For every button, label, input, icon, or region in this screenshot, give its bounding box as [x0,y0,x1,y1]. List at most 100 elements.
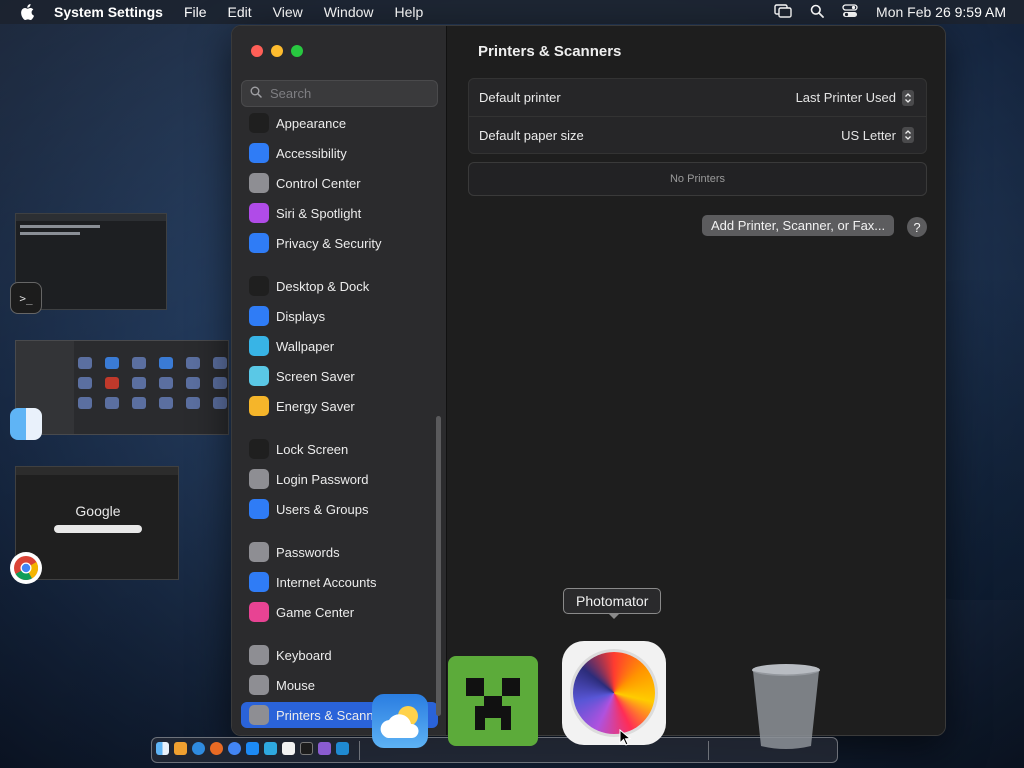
sidebar-item-label: Mouse [276,677,316,693]
search-icon [250,85,262,103]
dock-chrome-icon[interactable] [228,742,241,755]
menu-bar: System Settings File Edit View Window He… [0,0,1024,24]
sidebar-item-control-center[interactable]: Control Center [241,170,438,196]
sidebar-item-login-password[interactable]: Login Password [241,466,438,492]
dock-tooltip: Photomator [563,588,662,614]
dock-finder-icon[interactable] [156,742,169,755]
zoom-button[interactable] [291,45,303,57]
menu-view[interactable]: View [273,4,303,20]
terminal-app-icon[interactable]: >_ [10,282,42,314]
menu-window[interactable]: Window [324,4,374,20]
sidebar-item-users-groups[interactable]: Users & Groups [241,496,438,522]
sidebar-item-label: Control Center [276,175,361,191]
sidebar-item-passwords[interactable]: Passwords [241,539,438,565]
close-button[interactable] [251,45,263,57]
dock-safari-icon[interactable] [192,742,205,755]
sidebar-item-label: Displays [276,308,326,324]
sidebar-item-displays[interactable]: Displays [241,303,438,329]
wallpaper-icon [249,336,269,356]
page-title: Printers & Scanners [478,43,622,60]
sidebar-item-screen-saver[interactable]: Screen Saver [241,363,438,389]
sidebar-item-label: Login Password [276,471,369,487]
paper-size-row: Default paper size US Letter [469,116,926,153]
mouse-icon [249,675,269,695]
tooltip-tail [608,613,620,619]
chevron-updown-icon [902,127,914,143]
dock-weather-icon[interactable] [264,742,277,755]
dock-terminal-icon[interactable] [300,742,313,755]
paper-size-value: US Letter [841,127,896,143]
dock-firefox-icon[interactable] [210,742,223,755]
users-icon [249,499,269,519]
sun-icon [249,306,269,326]
weather-app-icon[interactable] [372,694,428,748]
dock-brush-icon[interactable] [318,742,331,755]
default-printer-value: Last Printer Used [795,90,896,105]
printer-list-empty: No Printers [468,162,927,196]
dock-vscode-icon[interactable] [336,742,349,755]
sidebar-item-desktop-dock[interactable]: Desktop & Dock [241,273,438,299]
thumb-icon-grid [78,357,228,409]
screen-saver-icon [249,366,269,386]
sidebar-item-accessibility[interactable]: Accessibility [241,140,438,166]
sidebar-item-label: Game Center [276,604,355,620]
lock-icon [249,439,269,459]
settings-window-thumbnail[interactable] [15,340,229,435]
menu-clock[interactable]: Mon Feb 26 9:59 AM [876,4,1006,20]
paper-size-popup[interactable]: US Letter [841,127,914,143]
menu-help[interactable]: Help [395,4,424,20]
dock-app-store-icon[interactable] [246,742,259,755]
chevron-updown-icon [902,89,914,106]
dock-separator [359,741,360,760]
sidebar-item-privacy-security[interactable]: Privacy & Security [241,230,438,256]
window-controls [251,45,303,57]
sidebar-item-label: Users & Groups [276,501,369,517]
dock-notes-icon[interactable] [282,742,295,755]
add-printer-button[interactable]: Add Printer, Scanner, or Fax... [702,215,895,236]
photomator-disc [573,652,655,734]
hand-icon [249,233,269,253]
menu-file[interactable]: File [184,4,207,20]
finder-app-icon[interactable] [10,408,42,440]
minimize-button[interactable] [271,45,283,57]
thumb-search-bar [54,525,142,533]
control-center-icon[interactable] [842,3,858,21]
apple-menu-icon[interactable] [18,3,36,21]
sidebar-item-label: Siri & Spotlight [276,205,362,221]
sidebar-item-label: Accessibility [276,145,347,161]
photomator-app-icon[interactable] [562,641,666,745]
default-printer-popup[interactable]: Last Printer Used [795,89,914,106]
sidebar-item-label: Passwords [276,544,340,560]
sidebar-item-siri-spotlight[interactable]: Siri & Spotlight [241,200,438,226]
spotlight-search-icon[interactable] [810,4,824,21]
sidebar-item-wallpaper[interactable]: Wallpaper [241,333,438,359]
sidebar-item-label: Desktop & Dock [276,278,370,294]
sidebar-item-energy-saver[interactable]: Energy Saver [241,393,438,419]
sidebar-item-label: Appearance [276,115,347,131]
dock-launchpad-icon[interactable] [174,742,187,755]
sidebar-item-internet-accounts[interactable]: Internet Accounts [241,569,438,595]
screen-mirroring-icon[interactable] [774,3,792,21]
sidebar-item-keyboard[interactable]: Keyboard [241,642,438,668]
system-settings-window: Search Appearance Accessibility Control Ce… [231,25,946,736]
defaults-group: Default printer Last Printer Used Defaul… [468,78,927,154]
default-printer-row: Default printer Last Printer Used [469,79,926,116]
menu-edit[interactable]: Edit [228,4,252,20]
siri-icon [249,203,269,223]
sidebar-item-appearance[interactable]: Appearance [241,112,438,136]
chrome-app-icon[interactable] [10,552,42,584]
keyboard-icon [249,645,269,665]
default-printer-label: Default printer [479,90,561,105]
accessibility-icon [249,143,269,163]
trash-icon[interactable] [750,662,822,750]
minecraft-app-icon[interactable] [448,656,538,746]
mouse-pointer-icon [619,728,632,752]
sidebar-scrollbar[interactable] [436,416,441,716]
sidebar-item-lock-screen[interactable]: Lock Screen [241,436,438,462]
help-button[interactable]: ? [907,217,927,237]
sidebar-item-game-center[interactable]: Game Center [241,599,438,625]
dock-icon [249,276,269,296]
menu-app-name[interactable]: System Settings [54,4,163,20]
sidebar-list: Appearance Accessibility Control Center Sir… [232,112,447,735]
search-field[interactable]: Search [241,80,438,107]
